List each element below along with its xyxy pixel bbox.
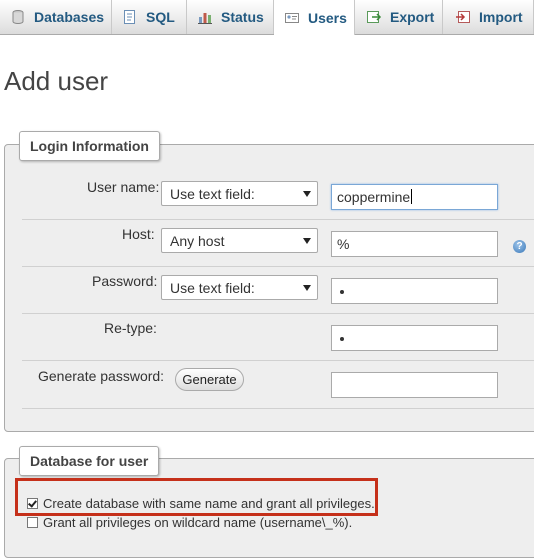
generate-password-label: Generate password: bbox=[38, 368, 165, 384]
generate-button[interactable]: Generate bbox=[175, 368, 244, 391]
username-value: coppermine bbox=[337, 189, 411, 205]
tab-sql[interactable]: SQL bbox=[112, 0, 187, 34]
row-divider bbox=[22, 266, 534, 267]
database-icon bbox=[10, 9, 26, 25]
password-mask-dot bbox=[340, 337, 344, 341]
row-divider bbox=[22, 313, 534, 314]
tab-sql-label: SQL bbox=[146, 9, 175, 25]
help-icon[interactable]: ? bbox=[513, 240, 526, 253]
host-select[interactable]: Any host bbox=[161, 228, 318, 253]
tab-users-label: Users bbox=[308, 9, 347, 26]
login-information-legend: Login Information bbox=[19, 131, 160, 161]
grant-wildcard-label: Grant all privileges on wildcard name (u… bbox=[43, 515, 353, 530]
host-label: Host: bbox=[122, 226, 155, 242]
tab-export-label: Export bbox=[390, 9, 435, 25]
row-divider bbox=[22, 219, 534, 220]
tab-status-label: Status bbox=[221, 9, 264, 25]
password-type-select[interactable]: Use text field: bbox=[161, 275, 318, 300]
export-icon bbox=[366, 9, 382, 25]
host-select-value: Any host bbox=[170, 233, 225, 249]
page-title: Add user bbox=[4, 66, 109, 96]
password-input[interactable] bbox=[331, 278, 498, 304]
dropdown-arrow-icon bbox=[303, 238, 311, 244]
retype-password-input[interactable] bbox=[331, 325, 498, 351]
import-icon bbox=[455, 9, 471, 25]
tab-databases[interactable]: Databases bbox=[0, 0, 112, 34]
top-tabs: Databases SQL Status Users Export Import bbox=[0, 0, 534, 35]
tab-users[interactable]: Users bbox=[274, 0, 355, 35]
host-input[interactable]: % bbox=[331, 231, 498, 257]
host-value: % bbox=[337, 236, 350, 252]
tab-import-label: Import bbox=[479, 9, 523, 25]
status-chart-icon bbox=[197, 9, 213, 25]
generated-password-input[interactable] bbox=[331, 372, 498, 398]
tab-export[interactable]: Export bbox=[355, 0, 443, 34]
username-input[interactable]: coppermine bbox=[331, 184, 498, 210]
sql-icon bbox=[122, 9, 138, 25]
username-type-select[interactable]: Use text field: bbox=[161, 181, 318, 206]
row-divider bbox=[22, 360, 534, 361]
grant-wildcard-checkbox[interactable] bbox=[27, 517, 38, 528]
username-type-value: Use text field: bbox=[170, 186, 255, 202]
password-mask-dot bbox=[340, 290, 344, 294]
users-card-icon bbox=[284, 10, 300, 26]
tab-import[interactable]: Import bbox=[443, 0, 534, 34]
database-for-user-legend: Database for user bbox=[19, 446, 160, 476]
retype-label: Re-type: bbox=[104, 320, 157, 336]
password-label: Password: bbox=[92, 273, 158, 289]
text-caret bbox=[411, 189, 413, 204]
highlight-annotation-box bbox=[15, 478, 378, 516]
row-divider bbox=[22, 408, 534, 409]
dropdown-arrow-icon bbox=[303, 285, 311, 291]
password-type-value: Use text field: bbox=[170, 280, 255, 296]
tab-status[interactable]: Status bbox=[187, 0, 274, 34]
tab-databases-label: Databases bbox=[34, 9, 105, 25]
grant-wildcard-option[interactable]: Grant all privileges on wildcard name (u… bbox=[27, 515, 352, 530]
dropdown-arrow-icon bbox=[303, 191, 311, 197]
username-label: User name: bbox=[87, 179, 160, 195]
